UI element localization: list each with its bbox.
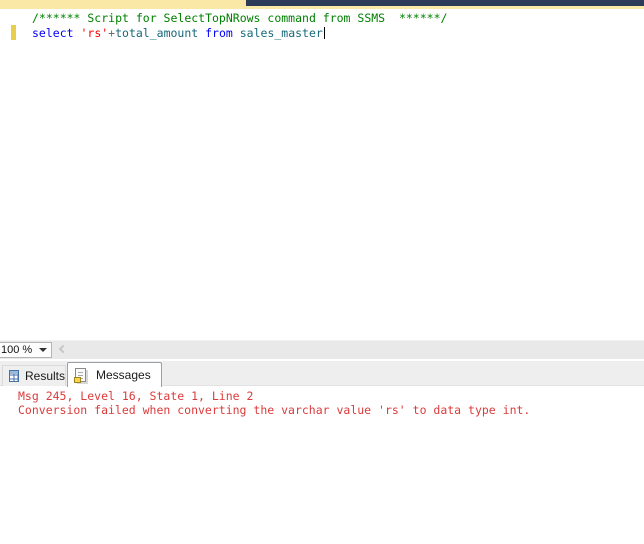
error-header-line: Msg 245, Level 16, State 1, Line 2 [18, 389, 254, 403]
zoom-level-value: 100 % [1, 344, 33, 356]
sql-keyword-select: select [32, 26, 81, 40]
sql-string-literal: 'rs' [80, 26, 109, 40]
results-tab-strip: Results Messages [0, 361, 644, 387]
sql-comment-line: /****** Script for SelectTopNRows comman… [32, 11, 448, 25]
tab-results-label: Results [24, 369, 65, 383]
tab-messages[interactable]: Messages [67, 362, 162, 387]
tab-results[interactable]: Results [2, 365, 66, 386]
error-detail-line: Conversion failed when converting the va… [18, 403, 531, 417]
sql-keyword-from: from [198, 26, 240, 40]
yellow-badge [74, 376, 81, 383]
editor-horizontal-scrollbar[interactable]: 100 % [0, 340, 644, 359]
document-tab-band [0, 0, 644, 9]
sql-editor[interactable]: /****** Script for SelectTopNRows comman… [0, 9, 644, 340]
messages-pane: Msg 245, Level 16, State 1, Line 2 Conve… [0, 386, 644, 544]
document-tab-band-inactive [246, 0, 644, 6]
chevron-down-icon [39, 348, 47, 352]
sql-column-name: total_amount [115, 26, 199, 40]
editor-zoom-dropdown[interactable]: 100 % [0, 342, 52, 358]
tab-messages-label: Messages [96, 368, 151, 382]
messages-sheet-icon [74, 367, 90, 383]
sql-query-line: select 'rs'+total_amount from sales_mast… [32, 26, 325, 41]
results-grid-icon [9, 370, 19, 382]
sql-table-name: sales_master [239, 26, 323, 40]
text-cursor [323, 27, 325, 39]
scroll-left-button[interactable] [57, 344, 69, 356]
chevron-left-icon [58, 344, 68, 354]
change-tracking-bar [11, 25, 16, 40]
